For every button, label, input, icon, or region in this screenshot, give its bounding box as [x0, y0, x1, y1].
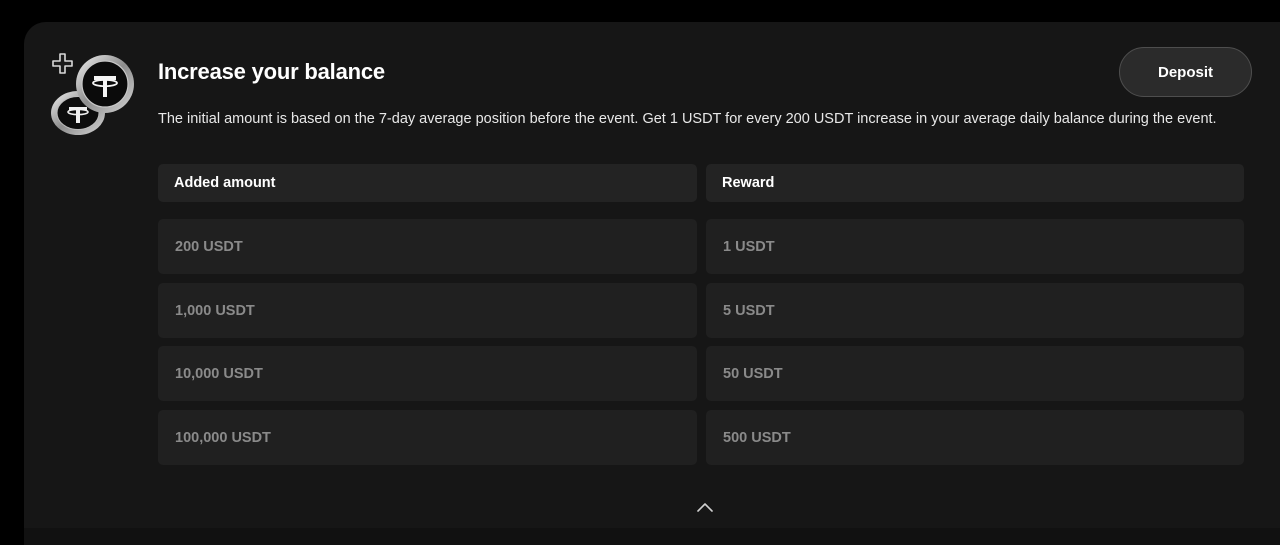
deposit-button[interactable]: Deposit — [1119, 47, 1252, 97]
table-cell-added-amount: 1,000 USDT — [158, 283, 697, 338]
table-cell-reward: 50 USDT — [706, 346, 1244, 401]
promo-title: Increase your balance — [158, 59, 385, 84]
table-cell-reward: 1 USDT — [706, 219, 1244, 274]
table-header-added-amount: Added amount — [158, 164, 697, 202]
card-footer-strip — [24, 528, 1280, 545]
table-cell-added-amount: 100,000 USDT — [158, 410, 697, 465]
chevron-up-icon[interactable] — [696, 500, 714, 514]
table-cell-added-amount: 10,000 USDT — [158, 346, 697, 401]
table-header-reward: Reward — [706, 164, 1244, 202]
table-cell-added-amount: 200 USDT — [158, 219, 697, 274]
table-cell-reward: 500 USDT — [706, 410, 1244, 465]
table-cell-reward: 5 USDT — [706, 283, 1244, 338]
promo-card: Increase your balance Deposit The initia… — [24, 22, 1280, 545]
promo-description: The initial amount is based on the 7-day… — [158, 111, 1217, 127]
usdt-coins-plus-icon — [51, 53, 134, 135]
